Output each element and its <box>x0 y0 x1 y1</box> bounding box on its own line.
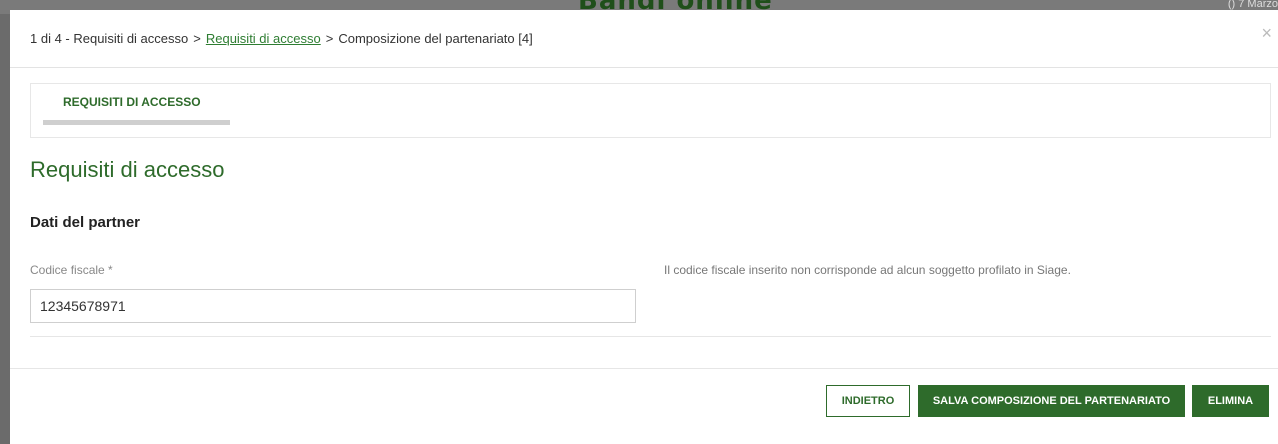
page-title: Requisiti di accesso <box>30 157 225 182</box>
delete-button[interactable]: ELIMINA <box>1192 385 1269 417</box>
breadcrumb-current: Composizione del partenariato [4] <box>338 31 533 46</box>
backdrop-date: () 7 Marzo <box>1227 0 1278 10</box>
modal-dialog: 1 di 4 - Requisiti di accesso > Requisit… <box>10 10 1278 444</box>
back-button[interactable]: INDIETRO <box>826 385 910 417</box>
close-icon[interactable]: × <box>1261 24 1272 42</box>
stepper-label: REQUISITI DI ACCESSO <box>63 95 201 109</box>
codice-fiscale-input[interactable] <box>30 289 636 323</box>
stepper-progress-bar <box>43 120 230 125</box>
breadcrumb: 1 di 4 - Requisiti di accesso > Requisit… <box>10 10 1278 68</box>
breadcrumb-separator: > <box>325 31 334 46</box>
breadcrumb-separator: > <box>193 31 201 46</box>
stepper: REQUISITI DI ACCESSO <box>30 83 1271 138</box>
divider <box>30 336 1271 337</box>
breadcrumb-link[interactable]: Requisiti di accesso <box>206 31 321 46</box>
save-partnership-button[interactable]: SALVA COMPOSIZIONE DEL PARTENARIATO <box>918 385 1185 417</box>
codice-fiscale-hint: Il codice fiscale inserito non corrispon… <box>664 263 1071 277</box>
section-title: Dati del partner <box>30 214 141 231</box>
codice-fiscale-label: Codice fiscale * <box>30 263 113 277</box>
footer-divider <box>10 368 1278 369</box>
breadcrumb-step: 1 di 4 - Requisiti di accesso <box>30 31 189 46</box>
